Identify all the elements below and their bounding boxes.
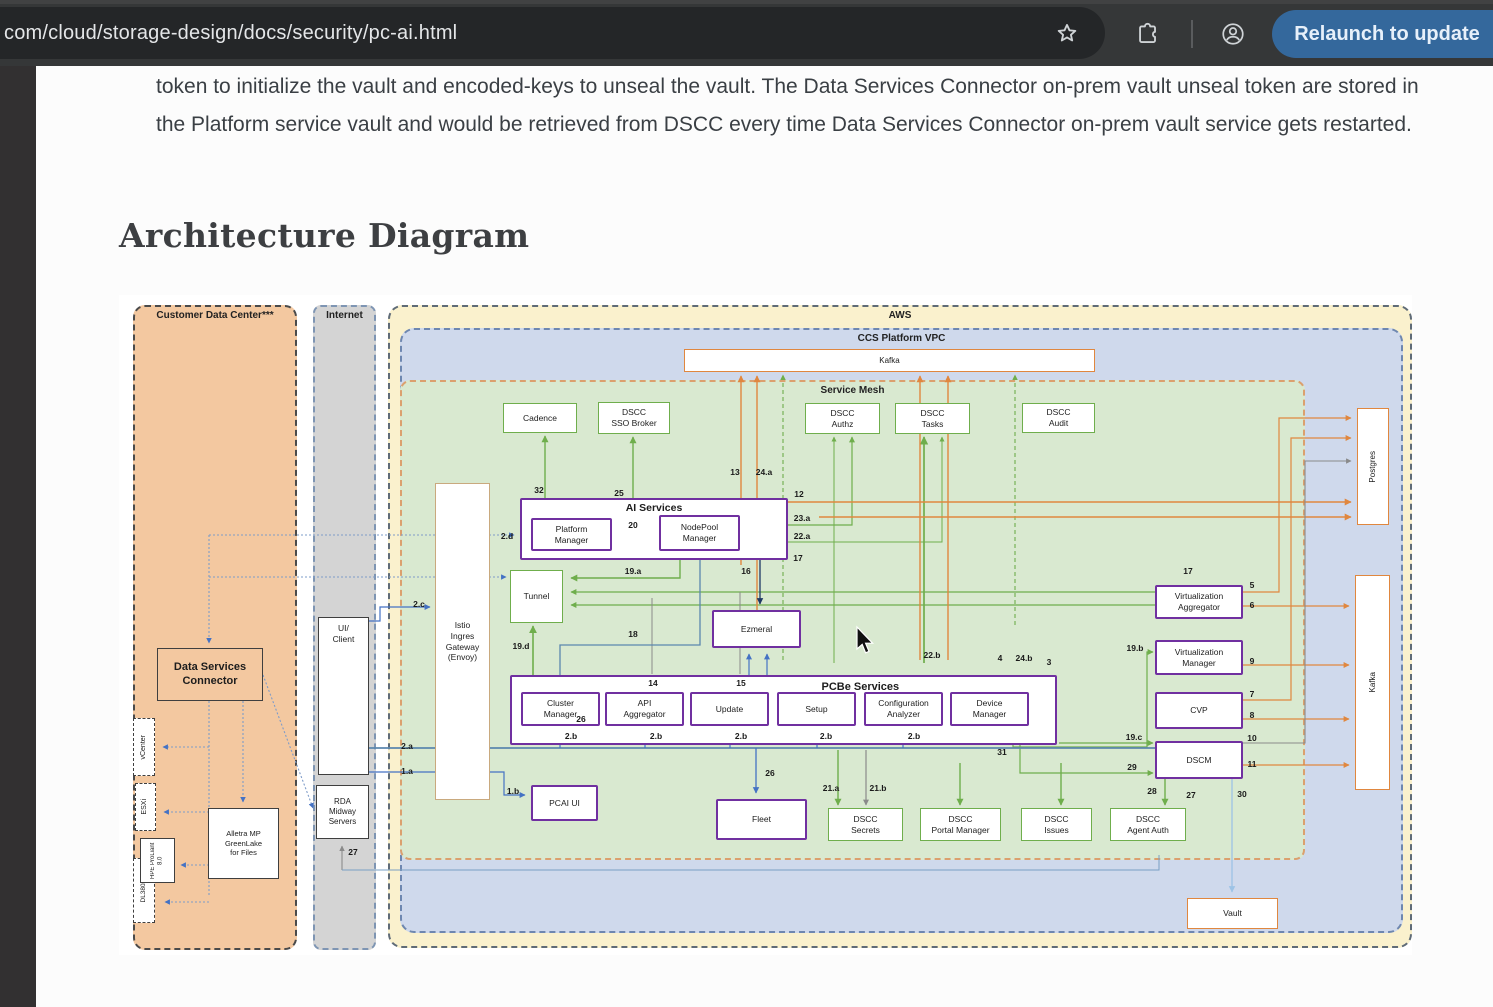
extensions-icon[interactable] xyxy=(1134,21,1160,47)
edge-label-17: 17 xyxy=(1183,566,1192,576)
window-left-edge xyxy=(0,66,36,1007)
architecture-diagram: Customer Data Center***InternetAWSCCS Pl… xyxy=(119,295,1412,955)
edge-label-6: 6 xyxy=(1250,600,1255,610)
edge-label-20: 20 xyxy=(628,520,637,530)
edge-label-26: 26 xyxy=(576,714,585,724)
edge-label-25: 25 xyxy=(614,488,623,498)
edge-label-9: 9 xyxy=(1250,656,1255,666)
window-top-edge xyxy=(0,0,1493,4)
url-text[interactable]: com/cloud/storage-design/docs/security/p… xyxy=(4,22,457,45)
diagram-edge-labels: 32 25 13 24.a 12 23.a 22.a 17 2.d 20 19.a 16 2.c 19.d… xyxy=(119,295,1412,955)
edge-label-22.a: 22.a xyxy=(794,531,811,541)
url-bar[interactable]: com/cloud/storage-design/docs/security/p… xyxy=(0,7,1105,59)
edge-label-23.a: 23.a xyxy=(794,513,811,523)
edge-label-19.c: 19.c xyxy=(1126,732,1143,742)
edge-label-30: 30 xyxy=(1237,789,1246,799)
edge-label-1.a: 1.a xyxy=(401,766,413,776)
edge-label-21.a: 21.a xyxy=(823,783,840,793)
edge-label-2.b: 2.b xyxy=(650,731,662,741)
edge-label-1.b: 1.b xyxy=(507,786,519,796)
edge-label-11: 11 xyxy=(1248,759,1257,769)
intro-paragraph: token to initialize the vault and encode… xyxy=(156,68,1428,144)
edge-label-24.a: 24.a xyxy=(756,467,773,477)
relaunch-to-update-button[interactable]: Relaunch to update xyxy=(1272,10,1493,58)
edge-label-14: 14 xyxy=(648,678,657,688)
edge-label-24.b: 24.b xyxy=(1015,653,1032,663)
edge-label-27: 27 xyxy=(348,847,357,857)
edge-label-2.c: 2.c xyxy=(413,599,425,609)
edge-label-31: 31 xyxy=(997,747,1006,757)
edge-label-5: 5 xyxy=(1250,580,1255,590)
edge-label-2.b: 2.b xyxy=(735,731,747,741)
edge-label-2.b: 2.b xyxy=(820,731,832,741)
edge-label-2.b: 2.b xyxy=(565,731,577,741)
edge-label-7: 7 xyxy=(1250,689,1255,699)
edge-label-17: 17 xyxy=(793,553,802,563)
profile-icon[interactable] xyxy=(1220,21,1246,47)
edge-label-2.b: 2.b xyxy=(908,731,920,741)
edge-label-4: 4 xyxy=(998,653,1003,663)
edge-label-18: 18 xyxy=(628,629,637,639)
edge-label-16: 16 xyxy=(741,566,750,576)
edge-label-27: 27 xyxy=(1186,790,1195,800)
edge-label-32: 32 xyxy=(534,485,543,495)
edge-label-28: 28 xyxy=(1147,786,1156,796)
edge-label-19.d: 19.d xyxy=(512,641,529,651)
edge-label-13: 13 xyxy=(730,467,739,477)
edge-label-10: 10 xyxy=(1247,733,1256,743)
edge-label-3: 3 xyxy=(1047,657,1052,667)
toolbar-separator xyxy=(1191,20,1193,48)
edge-label-2.a: 2.a xyxy=(401,741,413,751)
edge-label-2.d: 2.d xyxy=(501,531,513,541)
edge-label-21.b: 21.b xyxy=(869,783,886,793)
page-title: Architecture Diagram xyxy=(119,216,529,255)
edge-label-15: 15 xyxy=(736,678,745,688)
edge-label-26: 26 xyxy=(765,768,774,778)
bookmark-star-icon[interactable] xyxy=(1054,21,1080,47)
edge-label-29: 29 xyxy=(1127,762,1136,772)
edge-label-19.a: 19.a xyxy=(625,566,642,576)
browser-toolbar: com/cloud/storage-design/docs/security/p… xyxy=(0,0,1493,66)
edge-label-12: 12 xyxy=(794,489,803,499)
edge-label-19.b: 19.b xyxy=(1126,643,1143,653)
edge-label-8: 8 xyxy=(1250,710,1255,720)
edge-label-22.b: 22.b xyxy=(923,650,940,660)
